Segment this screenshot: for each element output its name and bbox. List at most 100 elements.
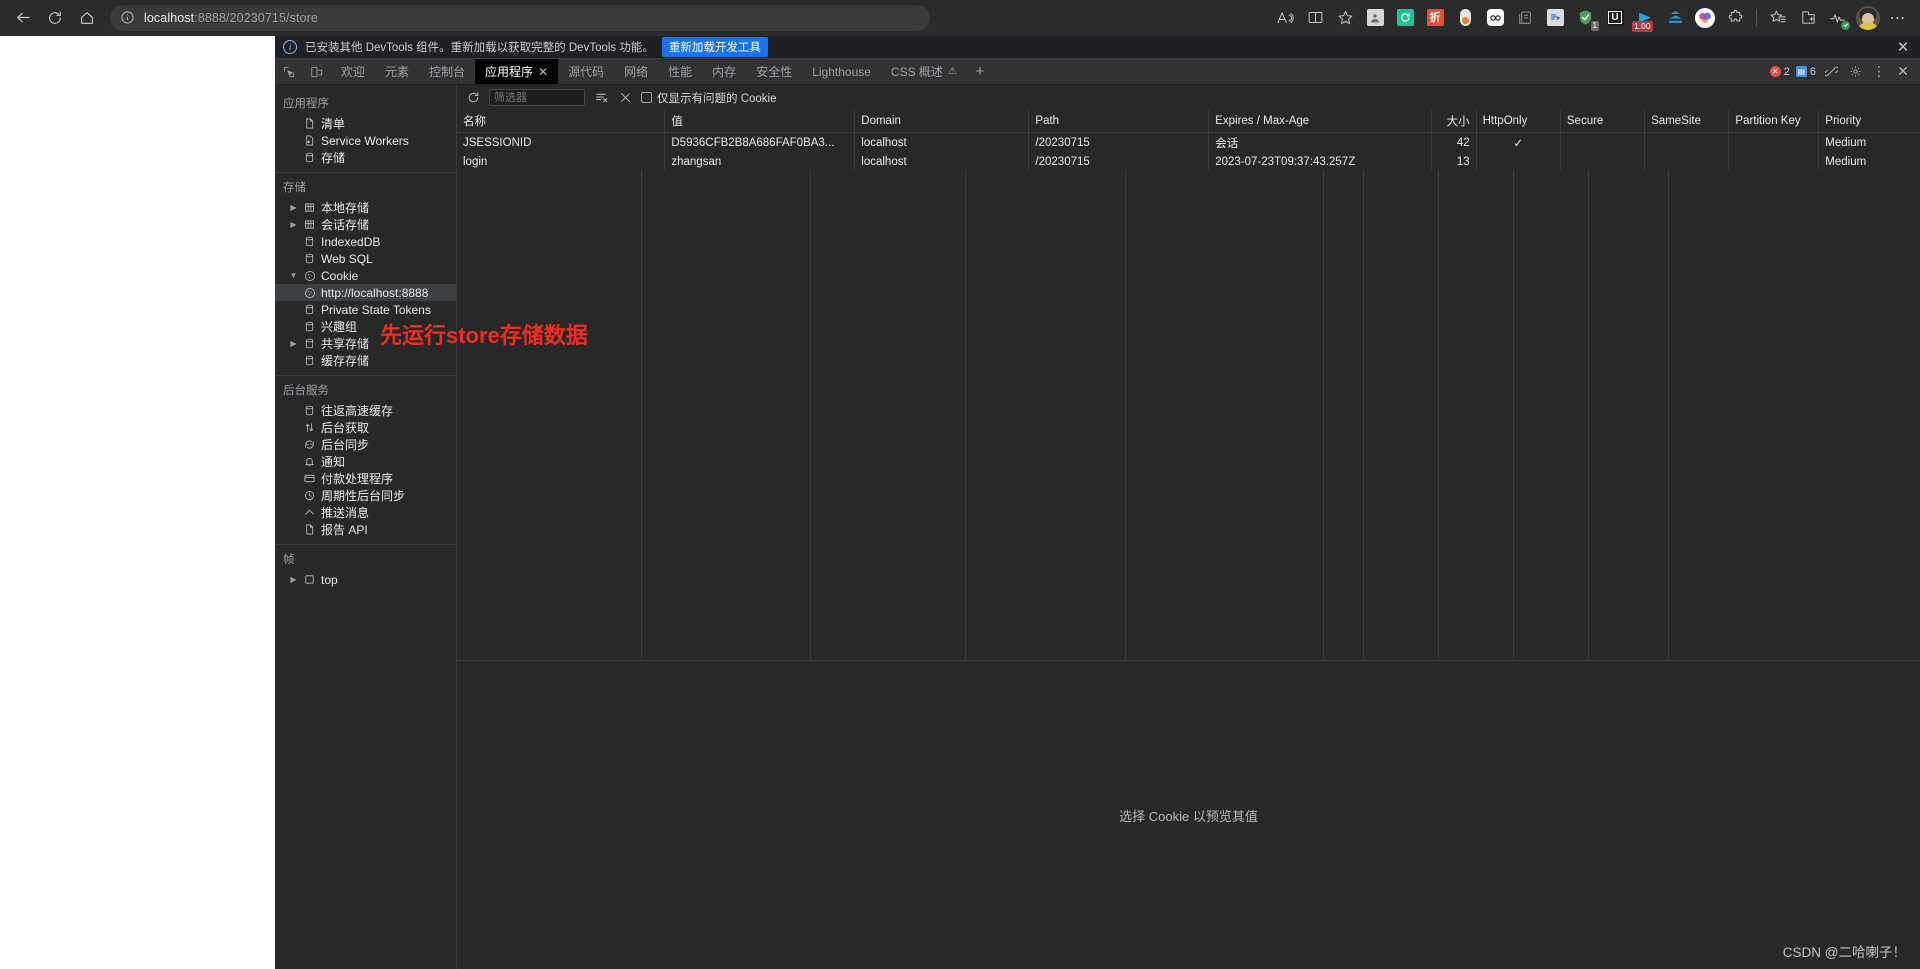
tab-application[interactable]: 应用程序 ✕ [475, 59, 559, 84]
tab-performance[interactable]: 性能 [658, 59, 702, 84]
sidebar-item-push-messaging[interactable]: 推送消息 [275, 504, 456, 521]
column-header-domain[interactable]: Domain [854, 110, 1030, 133]
collections-icon[interactable] [1764, 4, 1792, 32]
table-header-row: 名称 值 Domain Path Expires / Max-Age 大小 Ht… [457, 110, 1920, 133]
sidebar-item-frame-top[interactable]: ▶ top [275, 571, 456, 588]
extension-image-icon[interactable] [1361, 4, 1389, 32]
collapse-arrow-icon[interactable]: ▼ [289, 271, 298, 280]
sidebar-item-back-forward-cache[interactable]: 往返高速缓存 [275, 402, 456, 419]
extension-copy-icon[interactable] [1511, 4, 1539, 32]
inspect-element-icon[interactable] [275, 59, 303, 84]
sidebar-item-cookie-origin[interactable]: http://localhost:8888 [275, 284, 456, 301]
close-tab-icon[interactable]: ✕ [538, 65, 548, 79]
extension-stack-icon[interactable] [1661, 4, 1689, 32]
favorite-star-icon[interactable] [1331, 4, 1359, 32]
info-circle-icon[interactable] [120, 10, 135, 25]
column-header-samesite[interactable]: SameSite [1644, 110, 1730, 133]
column-header-size[interactable]: 大小 [1431, 110, 1477, 133]
tab-sources[interactable]: 源代码 [558, 59, 614, 84]
refresh-icon[interactable] [465, 90, 481, 106]
devtools-issues-icon[interactable] [1822, 63, 1840, 81]
sidebar-item-shared-storage[interactable]: ▶ 共享存储 [275, 335, 456, 352]
column-header-partition-key[interactable]: Partition Key [1728, 110, 1820, 133]
column-header-httponly[interactable]: HttpOnly [1476, 110, 1561, 133]
clear-filter-icon[interactable] [593, 90, 609, 106]
column-header-priority[interactable]: Priority [1818, 110, 1920, 133]
column-header-value[interactable]: 值 [664, 110, 856, 133]
sidebar-item-web-sql[interactable]: Web SQL [275, 250, 456, 267]
tab-elements[interactable]: 元素 [375, 59, 419, 84]
extension-pill-icon[interactable] [1451, 4, 1479, 32]
checkbox-box[interactable] [641, 92, 652, 103]
only-show-problem-cookies-checkbox[interactable]: 仅显示有问题的 Cookie [641, 90, 777, 106]
sidebar-item-storage[interactable]: 存储 [275, 149, 456, 166]
table-row[interactable]: JSESSIONID D5936CFB2B8A686FAF0BA3... loc… [457, 132, 1920, 153]
sidebar-item-local-storage[interactable]: ▶ 本地存储 [275, 199, 456, 216]
tab-network[interactable]: 网络 [614, 59, 658, 84]
column-header-path[interactable]: Path [1028, 110, 1210, 133]
address-bar[interactable]: localhost:8888/20230715/store [110, 4, 930, 31]
avatar[interactable] [1856, 5, 1880, 30]
cookie-table-empty-area[interactable] [457, 170, 1920, 660]
extension-speed-icon[interactable]: 1.00 [1631, 4, 1659, 32]
tab-console[interactable]: 控制台 [419, 59, 475, 84]
sidebar-item-periodic-background-sync[interactable]: 周期性后台同步 [275, 487, 456, 504]
home-button[interactable] [72, 3, 102, 33]
warning-count[interactable]: ▤ 6 [1795, 66, 1816, 78]
sidebar-item-notifications[interactable]: 通知 [275, 453, 456, 470]
add-panel-button[interactable]: + [967, 59, 993, 84]
sidebar-item-session-storage[interactable]: ▶ 会话存储 [275, 216, 456, 233]
column-header-name[interactable]: 名称 [457, 110, 666, 133]
reload-devtools-button[interactable]: 重新加载开发工具 [661, 37, 768, 57]
tab-lighthouse[interactable]: Lighthouse [802, 59, 881, 84]
profile-avatar[interactable] [1854, 4, 1882, 32]
extension-translate-icon[interactable] [1541, 4, 1569, 32]
performance-icon[interactable] [1824, 4, 1852, 32]
sidebar-item-background-sync[interactable]: 后台同步 [275, 436, 456, 453]
sidebar-item-private-state-tokens[interactable]: Private State Tokens [275, 301, 456, 318]
read-aloud-icon[interactable] [1271, 4, 1299, 32]
tab-security[interactable]: 安全性 [746, 59, 802, 84]
tab-memory[interactable]: 内存 [702, 59, 746, 84]
extension-robot-icon[interactable] [1481, 4, 1509, 32]
column-header-expires[interactable]: Expires / Max-Age [1208, 110, 1432, 133]
devtools-settings-icon[interactable] [1846, 63, 1864, 81]
extension-zhe-icon[interactable]: 折 [1421, 4, 1449, 32]
expand-arrow-icon[interactable]: ▶ [289, 339, 298, 348]
table-row[interactable]: login zhangsan localhost /20230715 2023-… [457, 153, 1920, 170]
sidebar-item-reporting-api[interactable]: 报告 API [275, 521, 456, 538]
filter-input[interactable] [489, 89, 585, 106]
expand-arrow-icon[interactable]: ▶ [289, 575, 298, 584]
device-toolbar-icon[interactable] [303, 59, 331, 84]
extension-ublock-icon[interactable]: U [1601, 4, 1629, 32]
sidebar-item-payment-handler[interactable]: 付款处理程序 [275, 470, 456, 487]
close-notice-icon[interactable]: ✕ [1894, 38, 1912, 56]
tab-css-overview[interactable]: CSS 概述 ⚠ [881, 59, 967, 84]
error-count[interactable]: ✕ 2 [1769, 66, 1790, 78]
sidebar-item-interest-groups[interactable]: 兴趣组 [275, 318, 456, 335]
extensions-puzzle-icon[interactable] [1721, 4, 1749, 32]
expand-arrow-icon[interactable]: ▶ [289, 203, 298, 212]
tab-welcome[interactable]: 欢迎 [331, 59, 375, 84]
address-bar-url[interactable]: localhost:8888/20230715/store [144, 11, 318, 25]
sidebar-item-manifest[interactable]: 清单 [275, 115, 456, 132]
copilot-icon[interactable] [1691, 4, 1719, 32]
sidebar-item-cache-storage[interactable]: 缓存存储 [275, 352, 456, 369]
sidebar-item-service-workers[interactable]: Service Workers [275, 132, 456, 149]
back-button[interactable] [8, 3, 38, 33]
expand-arrow-icon[interactable]: ▶ [289, 220, 298, 229]
reload-button[interactable] [40, 3, 70, 33]
sidebar-item-indexeddb[interactable]: IndexedDB [275, 233, 456, 250]
settings-more-icon[interactable]: ⋯ [1884, 4, 1912, 32]
sidebar-item-cookie[interactable]: ▼ Cookie [275, 267, 456, 284]
column-header-secure[interactable]: Secure [1560, 110, 1646, 133]
clear-all-cookies-icon[interactable] [617, 90, 633, 106]
extension-shield-icon[interactable]: 1 [1571, 4, 1599, 32]
extension-refresh-icon[interactable] [1391, 4, 1419, 32]
devtools-close-icon[interactable]: ✕ [1894, 63, 1912, 81]
add-tab-icon[interactable] [1794, 4, 1822, 32]
sidebar-item-label: 会话存储 [321, 218, 370, 232]
split-screen-icon[interactable] [1301, 4, 1329, 32]
devtools-more-icon[interactable]: ⋮ [1870, 63, 1888, 81]
sidebar-item-background-fetch[interactable]: 后台获取 [275, 419, 456, 436]
